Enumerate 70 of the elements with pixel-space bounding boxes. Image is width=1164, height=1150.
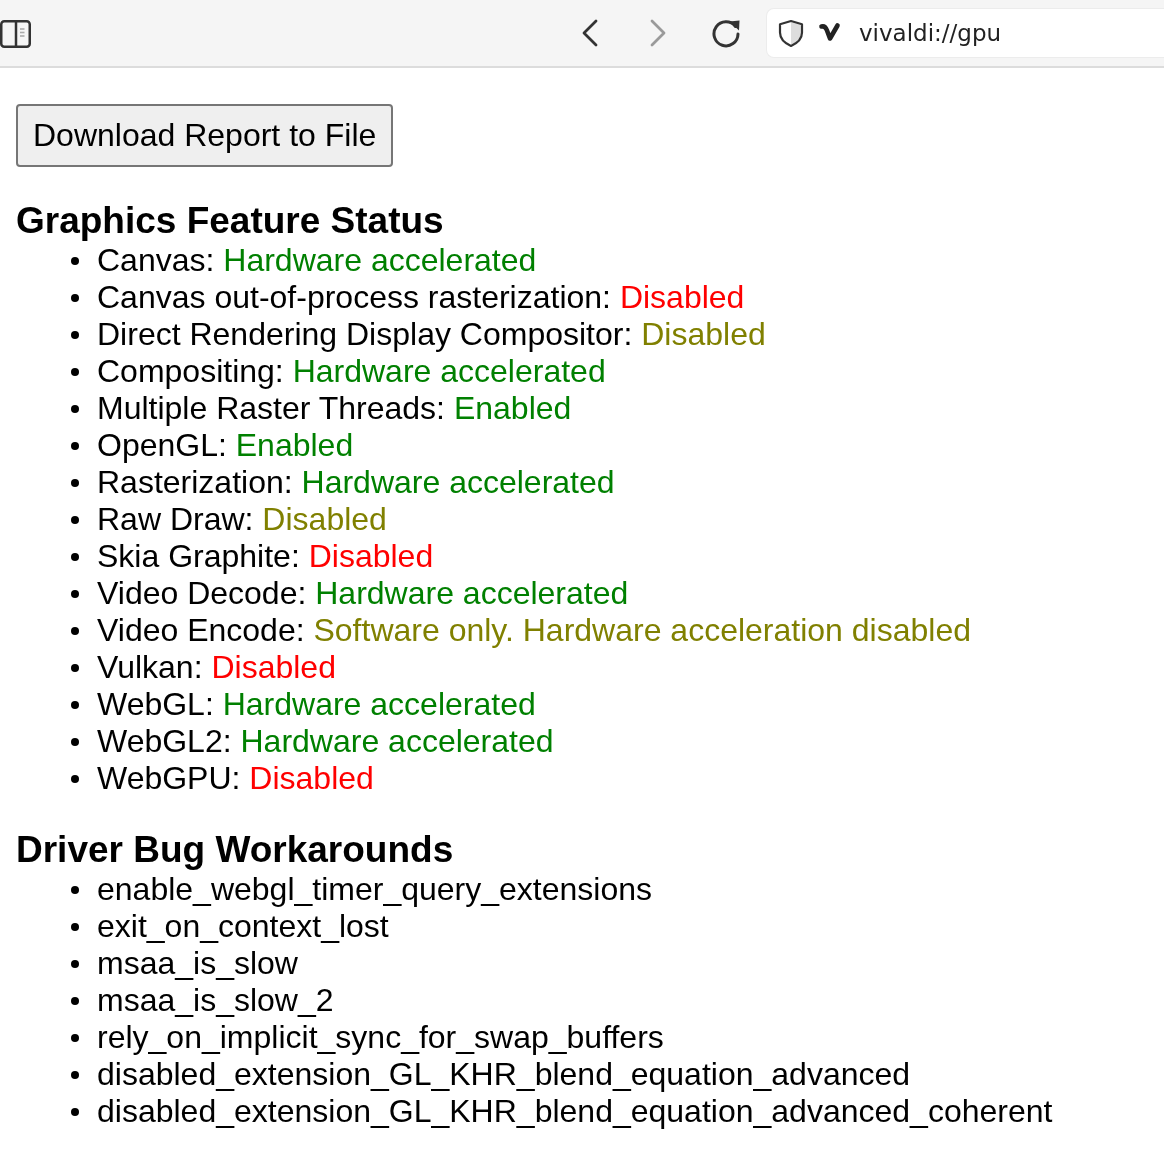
feature-status: Disabled	[262, 501, 387, 537]
feature-status: Disabled	[308, 538, 434, 574]
feature-status: Disabled	[249, 760, 374, 796]
bullet-icon	[71, 922, 79, 931]
feature-status: Disabled	[641, 316, 766, 352]
bullet-icon	[71, 626, 79, 635]
reload-icon	[711, 18, 741, 48]
address-bar[interactable]: vivaldi://gpu	[766, 8, 1164, 58]
feature-status: Enabled	[235, 427, 354, 463]
bullet-icon	[71, 774, 79, 783]
feature-label: OpenGL:	[97, 427, 227, 463]
feature-label: Multiple Raster Threads:	[97, 390, 445, 426]
feature-label: WebGL2:	[97, 723, 232, 759]
feature-status: Software only. Hardware acceleration disabled	[313, 612, 971, 648]
feature-status: Hardware accelerated	[222, 686, 536, 722]
bullet-icon	[71, 441, 79, 450]
feature-label: Video Decode:	[97, 575, 307, 611]
feature-label: WebGL:	[97, 686, 214, 722]
bullet-icon	[71, 996, 79, 1005]
section-heading: Graphics Feature Status	[16, 201, 444, 241]
feature-status: Hardware accelerated	[223, 242, 537, 278]
bullet-icon	[71, 700, 79, 709]
shield-icon[interactable]	[778, 19, 804, 47]
workaround-text: disabled_extension_GL_KHR_blend_equation_advanced_coherent	[97, 1093, 1053, 1130]
logo-icon	[818, 22, 842, 44]
feature-label: Canvas out-of-process rasterization:	[97, 279, 611, 315]
feature-status: Hardware accelerated	[315, 575, 629, 611]
feature-label: Compositing:	[97, 353, 284, 389]
sidebar-toggle-icon[interactable]	[0, 19, 31, 48]
bullet-icon	[71, 959, 79, 968]
workaround-text: rely_on_implicit_sync_for_swap_buffers	[97, 1019, 664, 1056]
workaround-text: msaa_is_slow_2	[97, 982, 334, 1019]
feature-label: Skia Graphite:	[97, 538, 300, 574]
bullet-icon	[71, 256, 79, 265]
feature-label: Raw Draw:	[97, 501, 254, 537]
bullet-icon	[71, 515, 79, 524]
url-field[interactable]: vivaldi://gpu	[859, 20, 1079, 46]
bullet-icon	[71, 404, 79, 413]
feature-status: Enabled	[453, 390, 572, 426]
bullet-icon	[71, 663, 79, 672]
bullet-icon	[71, 330, 79, 339]
feature-label: Direct Rendering Display Compositor:	[97, 316, 633, 352]
bullet-icon	[71, 552, 79, 561]
chevron-left-icon	[581, 18, 599, 48]
bullet-icon	[71, 293, 79, 302]
chevron-right-icon	[649, 18, 667, 48]
bullet-icon	[71, 367, 79, 376]
bullet-icon	[71, 1107, 79, 1116]
workaround-text: exit_on_context_lost	[97, 908, 389, 945]
feature-label: Vulkan:	[97, 649, 203, 685]
download-report-button[interactable]: Download Report to File	[16, 104, 394, 167]
feature-status: Hardware accelerated	[292, 353, 606, 389]
workaround-text: disabled_extension_GL_KHR_blend_equation_advanced	[97, 1056, 911, 1093]
feature-label: WebGPU:	[97, 760, 241, 796]
bullet-icon	[71, 1033, 79, 1042]
feature-label: Video Encode:	[97, 612, 305, 648]
feature-status: Disabled	[619, 279, 745, 315]
workaround-text: enable_webgl_timer_query_extensions	[97, 871, 653, 908]
bullet-icon	[71, 478, 79, 487]
feature-status: Hardware accelerated	[301, 464, 615, 500]
bullet-icon	[71, 1070, 79, 1079]
feature-label: Rasterization:	[97, 464, 293, 500]
feature-label: Canvas:	[97, 242, 215, 278]
bullet-icon	[71, 589, 79, 598]
bullet-icon	[71, 737, 79, 746]
bullet-icon	[71, 885, 79, 894]
feature-status: Disabled	[211, 649, 336, 685]
section-heading: Driver Bug Workarounds	[16, 830, 454, 870]
feature-status: Hardware accelerated	[240, 723, 554, 759]
workaround-text: msaa_is_slow	[97, 945, 298, 982]
